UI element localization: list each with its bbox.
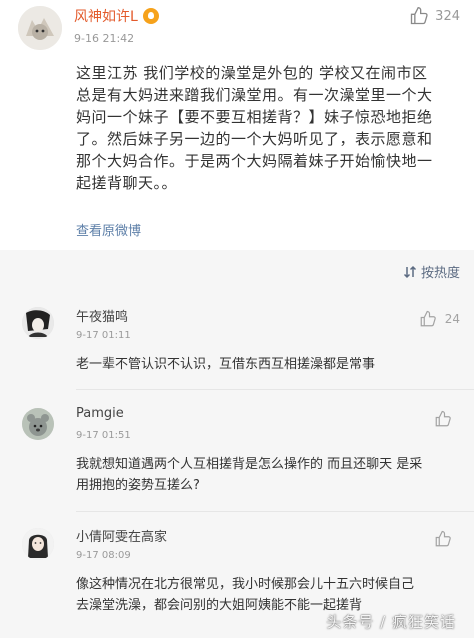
comment-like-button[interactable] — [434, 530, 460, 548]
comment-timestamp: 9-17 08:09 — [76, 550, 131, 561]
thumbs-up-icon — [420, 310, 436, 327]
post-body-line: 妈问一个妹子【要不要互相搓背？】妹子惊恐地拒绝 — [76, 108, 433, 126]
commenter-name[interactable]: 小倩阿雯在高家 — [76, 526, 167, 545]
commenter-avatar[interactable] — [22, 528, 54, 560]
thumbs-up-icon — [435, 530, 451, 547]
post-body-line: 那个大妈合作。于是两个大妈隔着妹子开始愉快地一 — [76, 152, 433, 170]
post-body-line: 起搓背聊天。。 — [76, 174, 178, 192]
post-like-count: 324 — [435, 8, 460, 24]
comment-like-button[interactable] — [434, 410, 460, 428]
post-author[interactable]: 风神如许L — [74, 6, 159, 26]
comment-text: 像这种情况在北方很常见，我小时候那会儿十五六时候自己 去澡堂洗澡，都会问别的大姐… — [76, 574, 464, 616]
comment-like-button[interactable]: 24 — [419, 310, 460, 328]
post-body-line: 总是有大妈进来蹭我们澡堂用。有一次澡堂里一个大 — [76, 86, 433, 104]
vip-crown-icon — [142, 8, 159, 24]
comment-item: 午夜猫鸣 9-17 01:11 24 老一辈不管认识不认识，互借东西互相搓澡都是… — [0, 290, 474, 390]
view-original-link[interactable]: 查看原微博 — [76, 220, 141, 239]
post-body: 这里江苏 我们学校的澡堂是外包的 学校又在闹市区 总是有大妈进来蹭我们澡堂用。有… — [76, 62, 464, 194]
comment-like-count: 24 — [444, 312, 460, 326]
comment-timestamp: 9-17 01:11 — [76, 330, 131, 341]
thumbs-up-icon — [435, 410, 451, 427]
comment-item: Pamgie 9-17 01:51 我就想知道遇两个人互相搓背是怎么操作的 而且… — [0, 390, 474, 512]
sort-by-hot-button[interactable]: 按热度 — [403, 262, 460, 281]
post-author-name[interactable]: 风神如许L — [74, 6, 138, 26]
thumbs-up-icon — [411, 6, 428, 25]
post-author-avatar[interactable] — [18, 6, 62, 50]
sort-icon — [403, 265, 417, 278]
comment-text-line: 像这种情况在北方很常见，我小时候那会儿十五六时候自己 — [76, 577, 415, 592]
weibo-post: 风神如许L 9-16 21:42 324 这里江苏 我们学校的澡堂是外包的 学校… — [0, 0, 474, 250]
commenter-avatar[interactable] — [22, 408, 54, 440]
watermark: 头条号 / 疯狂笑话 — [326, 613, 456, 631]
comment-text: 老一辈不管认识不认识，互借东西互相搓澡都是常事 — [76, 354, 464, 375]
post-timestamp: 9-16 21:42 — [74, 32, 135, 45]
commenter-avatar[interactable] — [22, 307, 54, 339]
post-body-line: 了。然后妹子另一边的一个大妈听见了，表示愿意和 — [76, 130, 433, 148]
comment-list: 午夜猫鸣 9-17 01:11 24 老一辈不管认识不认识，互借东西互相搓澡都是… — [0, 290, 474, 638]
comment-timestamp: 9-17 01:51 — [76, 430, 131, 441]
comment-text-line: 我就想知道遇两个人互相搓背是怎么操作的 而且还聊天 是采 — [76, 457, 423, 472]
commenter-name[interactable]: Pamgie — [76, 406, 124, 421]
comment-text-line: 用拥抱的姿势互搓么? — [76, 478, 200, 493]
comment-text: 我就想知道遇两个人互相搓背是怎么操作的 而且还聊天 是采 用拥抱的姿势互搓么? — [76, 454, 464, 496]
sort-label: 按热度 — [420, 266, 460, 281]
post-like-button[interactable]: 324 — [409, 6, 460, 26]
commenter-name[interactable]: 午夜猫鸣 — [76, 306, 128, 325]
comment-text-line: 老一辈不管认识不认识，互借东西互相搓澡都是常事 — [76, 357, 376, 372]
post-body-line: 这里江苏 我们学校的澡堂是外包的 学校又在闹市区 — [76, 64, 428, 82]
